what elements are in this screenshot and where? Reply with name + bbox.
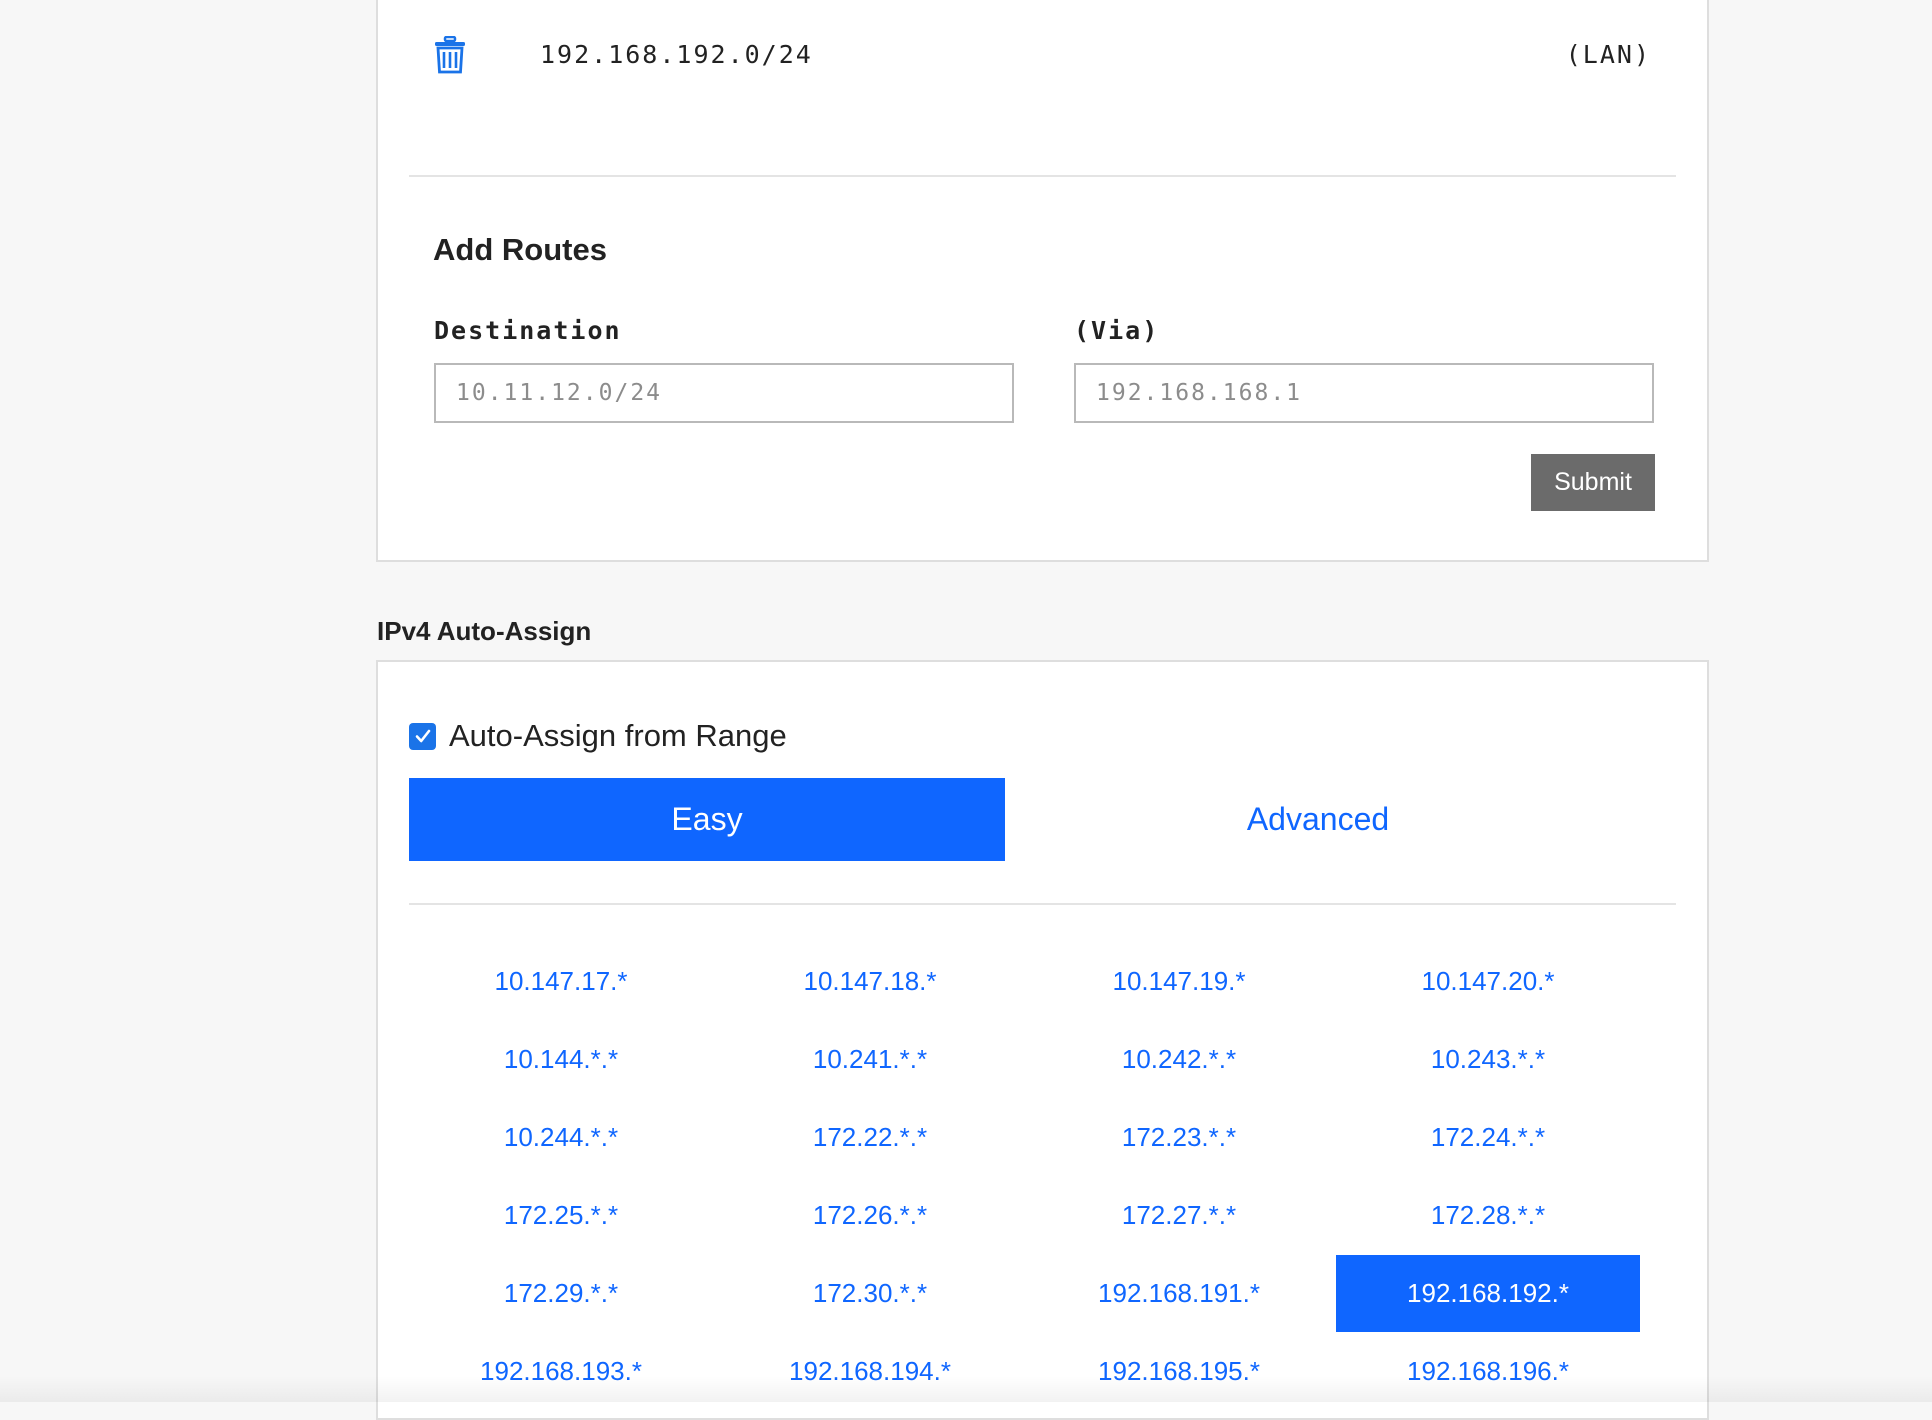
range-option[interactable]: 10.243.*.* <box>1336 1021 1640 1098</box>
auto-assign-panel: Auto-Assign from Range Easy Advanced 10.… <box>376 660 1709 1420</box>
add-routes-heading: Add Routes <box>433 232 607 267</box>
range-option[interactable]: 10.147.17.* <box>409 943 713 1020</box>
via-label: (Via) <box>1074 316 1160 345</box>
route-via: (LAN) <box>1565 40 1651 69</box>
checkmark-icon <box>415 729 430 743</box>
range-grid: 10.147.17.* 10.147.18.* 10.147.19.* 10.147.… <box>409 943 1649 1410</box>
scroll-shadow <box>0 1376 1932 1402</box>
range-option[interactable]: 172.27.*.* <box>1027 1177 1331 1254</box>
auto-assign-checkbox[interactable] <box>409 722 436 750</box>
range-option[interactable]: 192.168.191.* <box>1027 1255 1331 1332</box>
range-option[interactable]: 172.28.*.* <box>1336 1177 1640 1254</box>
range-option[interactable]: 10.147.19.* <box>1027 943 1331 1020</box>
route-destination: 192.168.192.0/24 <box>540 40 813 69</box>
range-option[interactable]: 10.244.*.* <box>409 1099 713 1176</box>
trash-icon[interactable] <box>434 35 466 74</box>
divider <box>409 903 1676 905</box>
range-option[interactable]: 10.147.18.* <box>718 943 1022 1020</box>
range-option[interactable]: 10.147.20.* <box>1336 943 1640 1020</box>
divider <box>409 175 1676 177</box>
auto-assign-label: Auto-Assign from Range <box>449 718 787 753</box>
range-option[interactable]: 192.168.192.* <box>1336 1255 1640 1332</box>
range-option[interactable]: 10.242.*.* <box>1027 1021 1331 1098</box>
range-option[interactable]: 172.24.*.* <box>1336 1099 1640 1176</box>
auto-assign-checkbox-row: Auto-Assign from Range <box>409 718 787 754</box>
submit-button[interactable]: Submit <box>1531 454 1655 511</box>
range-option[interactable]: 172.22.*.* <box>718 1099 1022 1176</box>
via-input[interactable] <box>1074 363 1654 423</box>
range-option[interactable]: 172.29.*.* <box>409 1255 713 1332</box>
range-option[interactable]: 172.23.*.* <box>1027 1099 1331 1176</box>
tab-advanced[interactable]: Advanced <box>1020 778 1616 861</box>
range-option[interactable]: 172.26.*.* <box>718 1177 1022 1254</box>
section-title: IPv4 Auto-Assign <box>377 616 592 646</box>
destination-label: Destination <box>434 316 622 345</box>
route-row: 192.168.192.0/24 (LAN) <box>378 0 1707 118</box>
destination-input[interactable] <box>434 363 1014 423</box>
range-option[interactable]: 172.30.*.* <box>718 1255 1022 1332</box>
range-option[interactable]: 10.241.*.* <box>718 1021 1022 1098</box>
range-option[interactable]: 172.25.*.* <box>409 1177 713 1254</box>
range-option[interactable]: 10.144.*.* <box>409 1021 713 1098</box>
routes-panel: 192.168.192.0/24 (LAN) Add Routes Destin… <box>376 0 1709 562</box>
tab-easy[interactable]: Easy <box>409 778 1005 861</box>
